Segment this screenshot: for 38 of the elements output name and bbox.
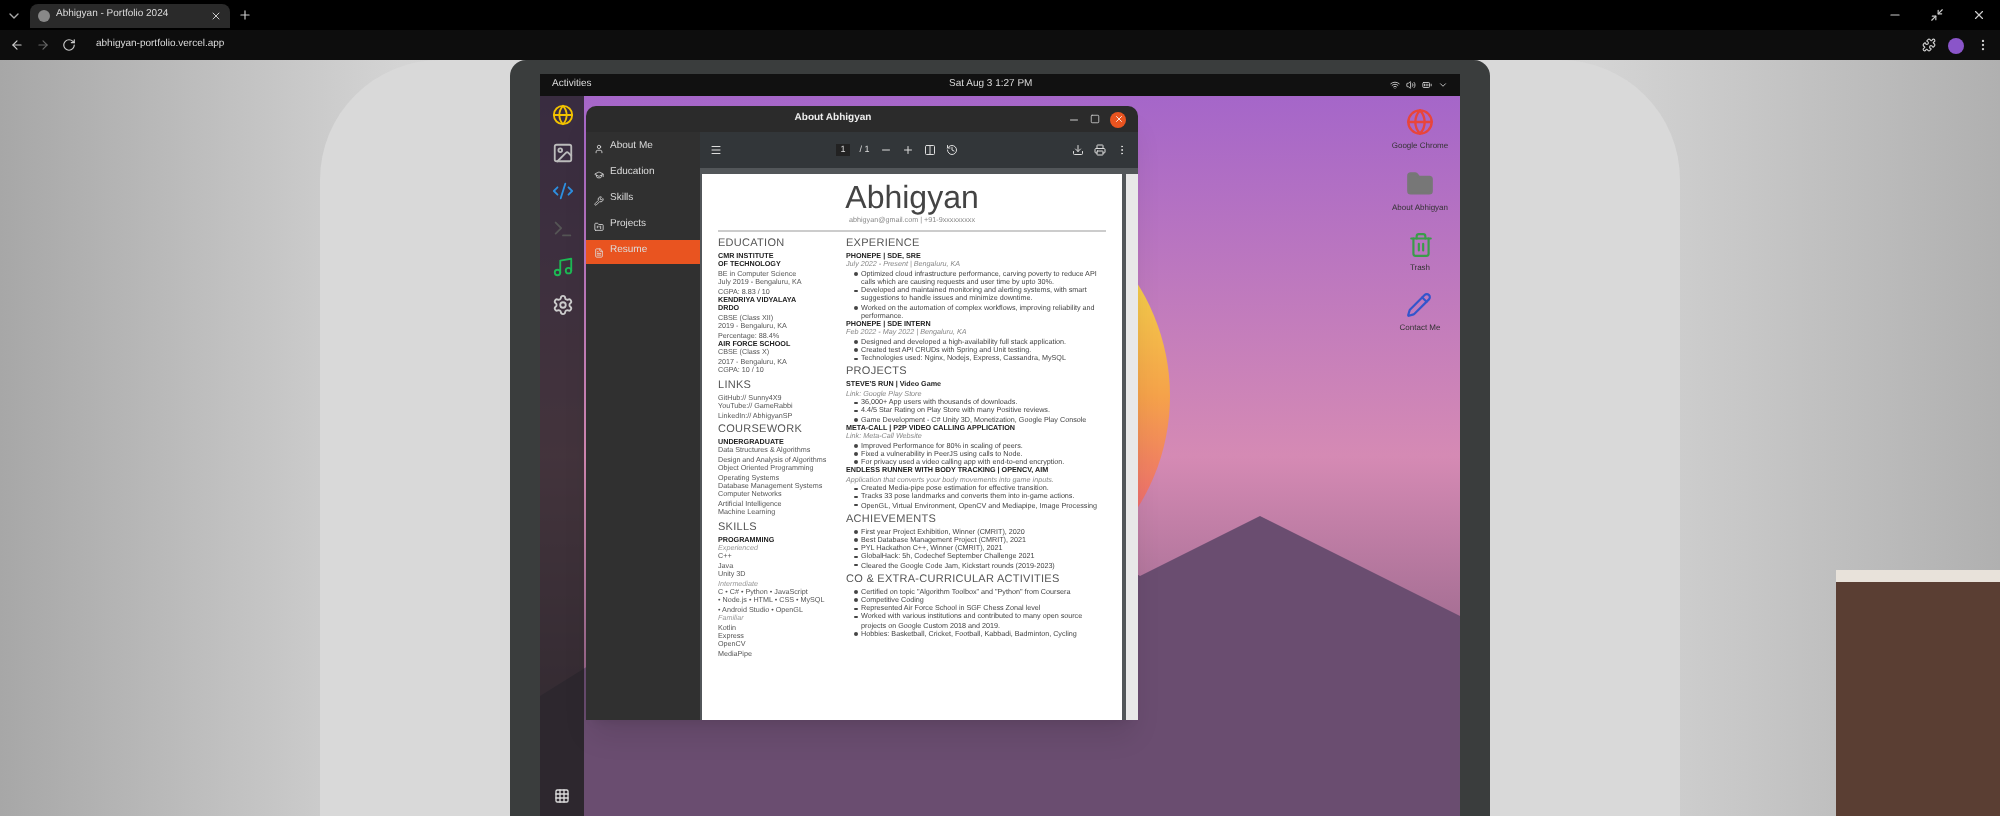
volume-icon[interactable] xyxy=(1406,80,1416,90)
close-icon[interactable] xyxy=(210,9,222,21)
wrench-icon xyxy=(594,195,604,205)
download-icon[interactable] xyxy=(1072,144,1084,156)
image-icon[interactable] xyxy=(551,142,573,164)
code-icon[interactable] xyxy=(551,180,573,202)
folder-icon xyxy=(594,221,604,231)
favicon-icon xyxy=(38,9,50,21)
minimize-icon[interactable] xyxy=(1068,113,1080,125)
zoom-in-icon[interactable] xyxy=(901,144,914,156)
person-icon xyxy=(594,143,604,153)
extension-icon[interactable] xyxy=(1922,38,1936,52)
forward-icon[interactable] xyxy=(36,38,50,52)
profile-avatar[interactable] xyxy=(1948,37,1964,53)
maximize-icon[interactable] xyxy=(1090,114,1100,124)
more-icon[interactable] xyxy=(1976,38,1990,52)
rotate-icon[interactable] xyxy=(945,144,958,156)
back-icon[interactable] xyxy=(10,38,24,52)
restore-icon[interactable] xyxy=(1930,8,1944,22)
wifi-icon[interactable] xyxy=(1390,80,1400,90)
app-grid-icon[interactable] xyxy=(554,788,570,804)
menu-icon[interactable] xyxy=(710,144,722,156)
document-icon xyxy=(594,247,604,257)
caret-icon[interactable] xyxy=(1438,80,1448,90)
minimize-icon[interactable] xyxy=(1888,8,1902,22)
print-icon[interactable] xyxy=(1094,144,1106,156)
resume-name: Abhigyan xyxy=(843,182,981,216)
globe-icon[interactable] xyxy=(551,104,573,126)
new-tab-icon[interactable] xyxy=(238,8,252,22)
close-icon[interactable] xyxy=(1972,8,1986,22)
close-button[interactable] xyxy=(1110,111,1126,127)
fit-page-icon[interactable] xyxy=(923,144,936,156)
music-icon[interactable] xyxy=(551,256,573,278)
battery-icon[interactable] xyxy=(1422,80,1432,90)
zoom-out-icon[interactable] xyxy=(879,144,892,156)
reload-icon[interactable] xyxy=(62,38,76,52)
graduation-cap-icon xyxy=(594,169,604,179)
settings-icon[interactable] xyxy=(551,294,573,316)
